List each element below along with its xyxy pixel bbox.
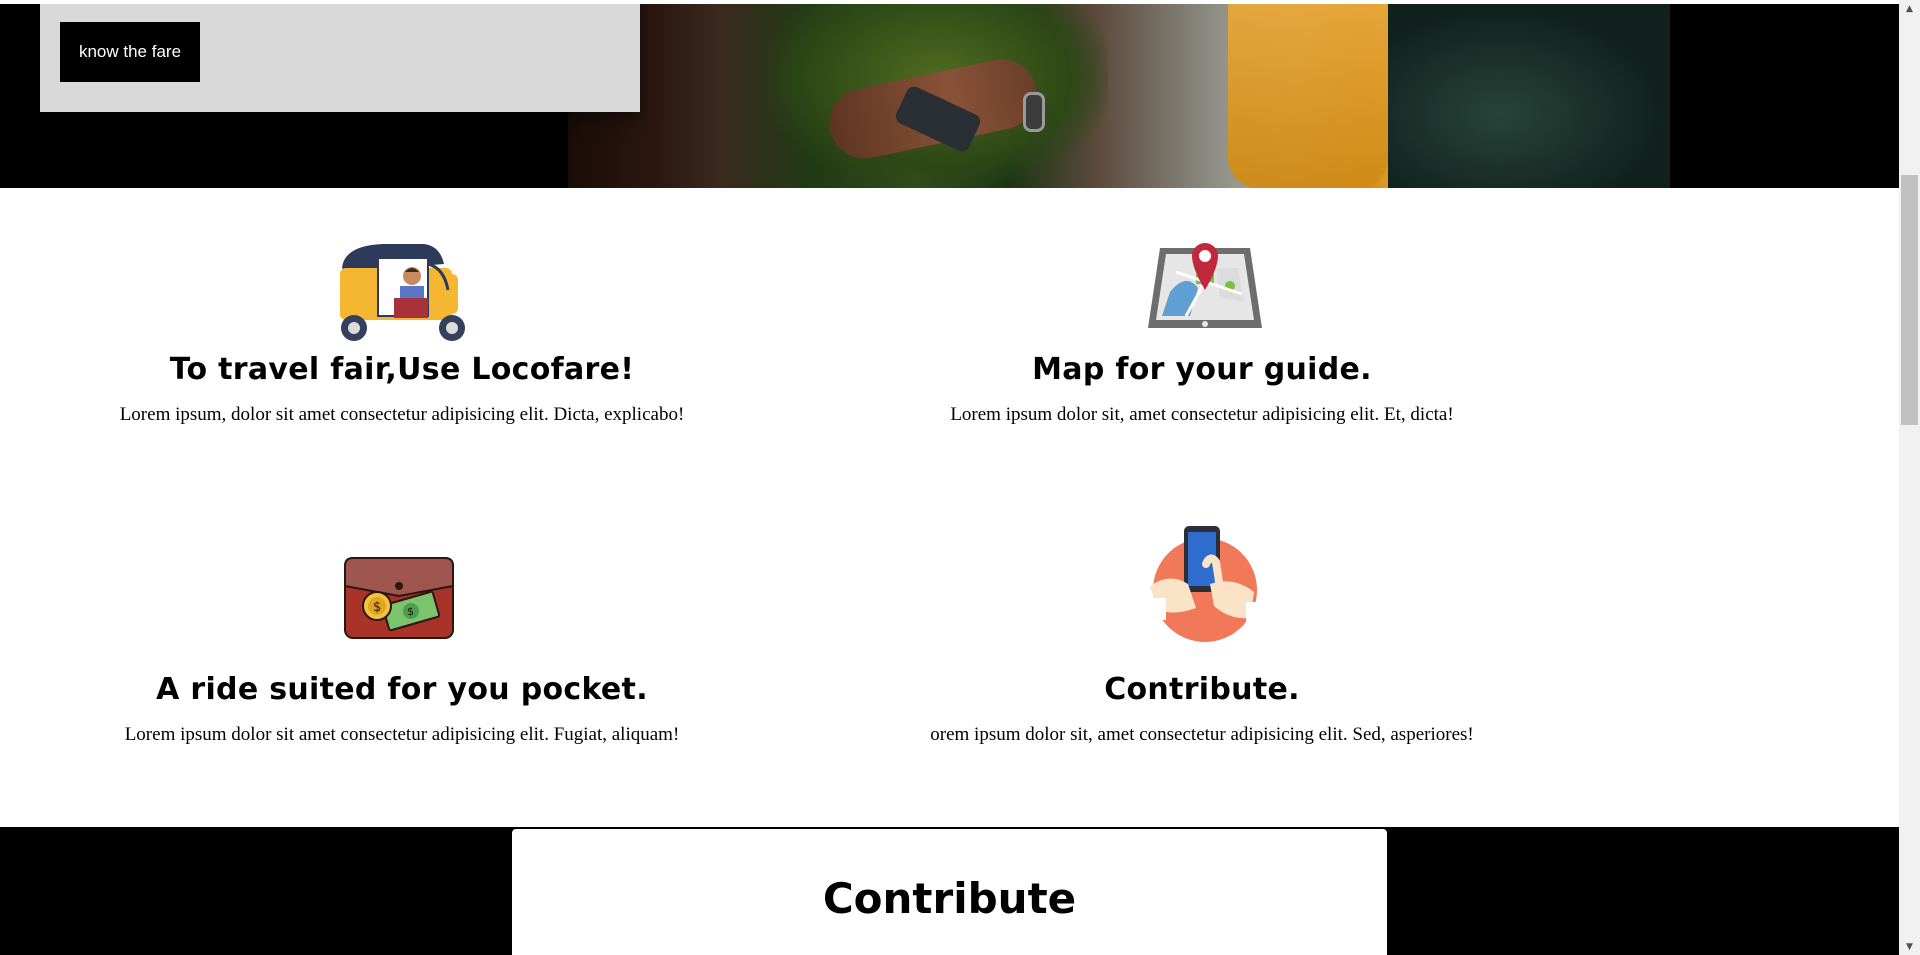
feature-contribute: Contribute. orem ipsum dolor sit, amet c… <box>800 671 1604 747</box>
contribute-card: Contribute <box>512 829 1387 955</box>
know-the-fare-button[interactable]: know the fare <box>60 22 200 82</box>
feature-map-guide: Map for your guide. Lorem ipsum dolor si… <box>800 351 1604 427</box>
wallet-icon: $ $ <box>343 556 455 640</box>
feature-title: Map for your guide. <box>1032 352 1372 387</box>
scroll-down-arrow-icon[interactable]: ▼ <box>1899 938 1920 955</box>
feature-fair-travel: To travel fair,Use Locofare! Lorem ipsum… <box>0 351 804 427</box>
photo-background <box>1388 4 1670 188</box>
fare-card: know the fare <box>40 4 640 112</box>
scroll-thumb[interactable] <box>1901 175 1918 425</box>
scrollbar[interactable]: ▲ ▼ <box>1899 0 1920 955</box>
feature-pocket-ride: A ride suited for you pocket. Lorem ipsu… <box>0 671 804 747</box>
svg-text:$: $ <box>407 605 414 618</box>
feature-title: A ride suited for you pocket. <box>156 672 648 707</box>
photo-watch <box>1023 92 1045 132</box>
contribute-heading: Contribute <box>822 874 1077 923</box>
auto-rickshaw-icon <box>332 240 470 348</box>
hero-banner: know the fare <box>0 4 1899 188</box>
feature-text: Lorem ipsum dolor sit, amet consectetur … <box>950 404 1454 425</box>
feature-title: Contribute. <box>1104 672 1300 707</box>
feature-text: Lorem ipsum dolor sit amet consectetur a… <box>124 724 680 745</box>
feature-title: To travel fair,Use Locofare! <box>169 352 635 387</box>
scroll-up-arrow-icon[interactable]: ▲ <box>1899 0 1920 17</box>
feature-text: Lorem ipsum, dolor sit amet consectetur … <box>119 404 685 425</box>
map-tablet-icon <box>1146 232 1264 336</box>
photo-auto-rickshaw <box>1228 4 1388 188</box>
feature-text: orem ipsum dolor sit, amet consectetur a… <box>930 724 1474 745</box>
phone-hand-icon <box>1150 524 1260 644</box>
svg-text:$: $ <box>373 600 381 615</box>
hero-photo <box>568 4 1670 188</box>
